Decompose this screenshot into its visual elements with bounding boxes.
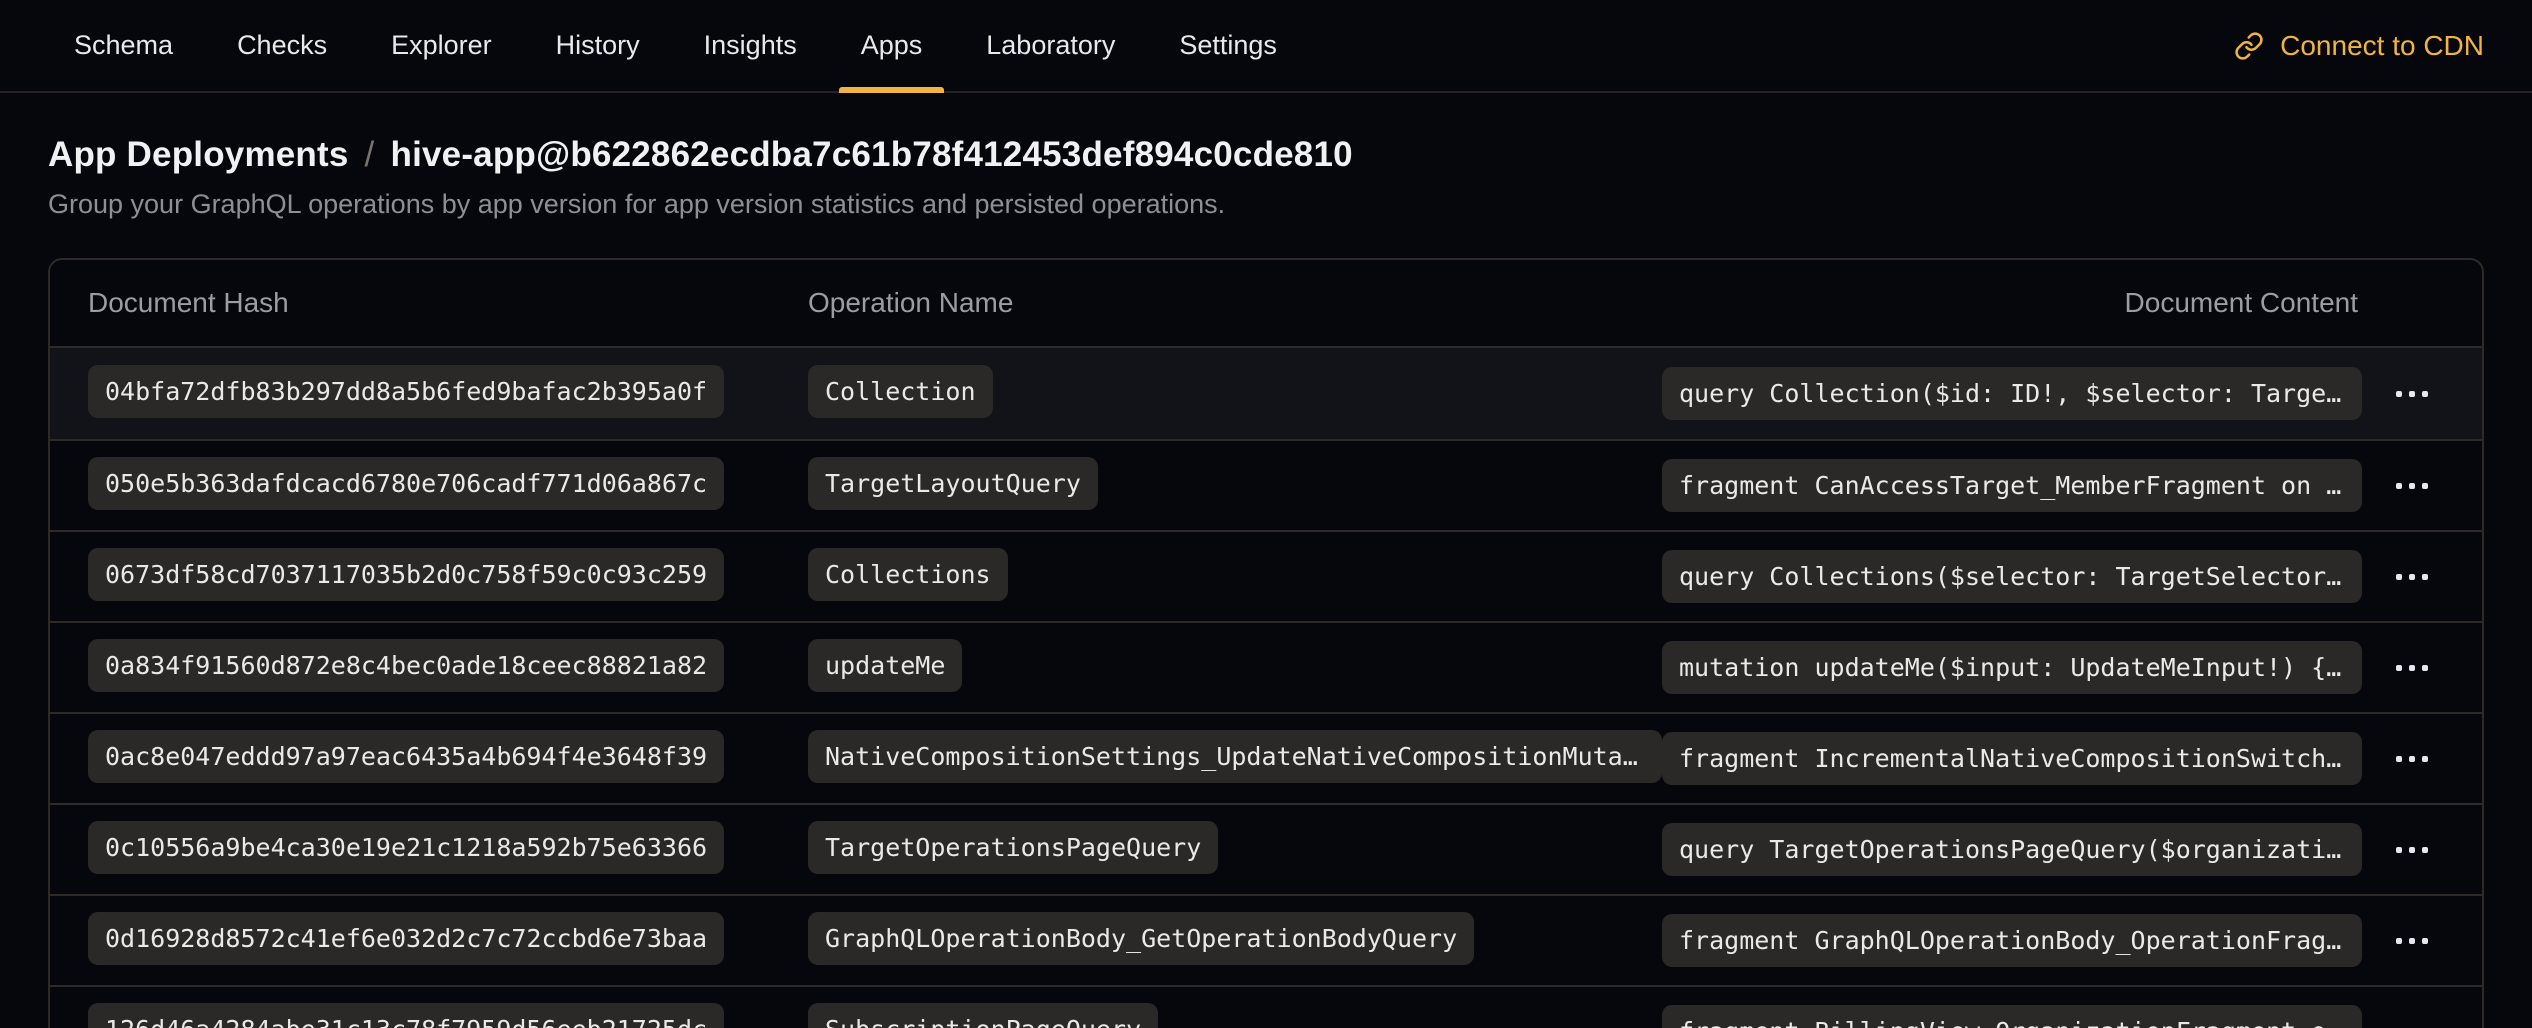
document-hash-pill: 0ac8e047eddd97a97eac6435a4b694f4e3648f39 [88,730,724,783]
nav-tab-label: History [556,30,640,61]
operation-name-pill: SubscriptionPageQuery [808,1003,1158,1028]
document-content-pill: fragment GraphQLOperationBody_OperationF… [1662,914,2362,967]
row-menu-button[interactable] [2388,924,2436,958]
column-header-document-content: Document Content [1662,287,2362,319]
table-row[interactable]: 050e5b363dafdcacd6780e706cadf771d06a867c… [50,439,2482,530]
nav-tab-label: Settings [1179,30,1277,61]
ellipsis-icon [2396,665,2428,671]
operation-name-pill: TargetOperationsPageQuery [808,821,1218,874]
nav-tab-label: Apps [861,30,923,61]
operation-name-pill: Collection [808,365,993,418]
document-hash-pill: 04bfa72dfb83b297dd8a5b6fed9bafac2b395a0f [88,365,724,418]
column-header-operation-name: Operation Name [790,287,1662,319]
table-row[interactable]: 0ac8e047eddd97a97eac6435a4b694f4e3648f39… [50,712,2482,803]
document-content-pill: query Collection($id: ID!, $selector: Ta… [1662,367,2362,420]
breadcrumb-section: App Deployments [48,135,349,175]
operation-name-pill: NativeCompositionSettings_UpdateNativeCo… [808,730,1662,783]
deployments-table: Document Hash Operation Name Document Co… [48,258,2484,1028]
connect-to-cdn-button[interactable]: Connect to CDN [2234,0,2484,91]
page-subtitle: Group your GraphQL operations by app ver… [48,189,2484,220]
row-menu-button[interactable] [2388,469,2436,503]
document-content-pill: mutation updateMe($input: UpdateMeInput!… [1662,641,2362,694]
nav-tab-insights[interactable]: Insights [678,0,823,91]
top-navigation: Schema Checks Explorer History Insights … [0,0,2532,93]
ellipsis-icon [2396,847,2428,853]
ellipsis-icon [2396,574,2428,580]
column-header-document-hash: Document Hash [70,287,790,319]
table-header-row: Document Hash Operation Name Document Co… [50,260,2482,348]
document-hash-pill: 0a834f91560d872e8c4bec0ade18ceec88821a82 [88,639,724,692]
ellipsis-icon [2396,391,2428,397]
table-row[interactable]: 126d46a4284abe31c13c78f7959d56eeb21725dc… [50,985,2482,1028]
nav-tab-checks[interactable]: Checks [211,0,353,91]
document-hash-pill: 050e5b363dafdcacd6780e706cadf771d06a867c [88,457,724,510]
document-hash-pill: 0673df58cd7037117035b2d0c758f59c0c93c259 [88,548,724,601]
nav-tab-apps[interactable]: Apps [835,0,949,91]
app-deployments-page: App Deployments / hive-app@b622862ecdba7… [0,135,2532,1028]
operation-name-pill: Collections [808,548,1008,601]
table-row[interactable]: 04bfa72dfb83b297dd8a5b6fed9bafac2b395a0f… [50,348,2482,439]
connect-to-cdn-label: Connect to CDN [2280,30,2484,62]
ellipsis-icon [2396,756,2428,762]
breadcrumb: App Deployments / hive-app@b622862ecdba7… [48,135,2484,175]
row-menu-button[interactable] [2388,833,2436,867]
nav-tab-label: Schema [74,30,173,61]
nav-tab-label: Laboratory [986,30,1115,61]
nav-tab-label: Checks [237,30,327,61]
operation-name-pill: GraphQLOperationBody_GetOperationBodyQue… [808,912,1474,965]
row-menu-button[interactable] [2388,377,2436,411]
ellipsis-icon [2396,938,2428,944]
document-hash-pill: 126d46a4284abe31c13c78f7959d56eeb21725dc [88,1003,724,1028]
nav-tab-label: Insights [704,30,797,61]
operation-name-pill: updateMe [808,639,962,692]
nav-tab-label: Explorer [391,30,492,61]
document-content-pill: fragment BillingView_OrganizationFragmen… [1662,1005,2362,1028]
breadcrumb-app-id: hive-app@b622862ecdba7c61b78f412453def89… [390,135,1352,175]
table-row[interactable]: 0a834f91560d872e8c4bec0ade18ceec88821a82… [50,621,2482,712]
document-hash-pill: 0c10556a9be4ca30e19e21c1218a592b75e63366 [88,821,724,874]
table-row[interactable]: 0673df58cd7037117035b2d0c758f59c0c93c259… [50,530,2482,621]
document-content-pill: query Collections($selector: TargetSelec… [1662,550,2362,603]
nav-tab-history[interactable]: History [530,0,666,91]
nav-tab-laboratory[interactable]: Laboratory [960,0,1141,91]
row-menu-button[interactable] [2388,1015,2436,1028]
table-body: 04bfa72dfb83b297dd8a5b6fed9bafac2b395a0f… [50,348,2482,1028]
row-menu-button[interactable] [2388,742,2436,776]
table-row[interactable]: 0d16928d8572c41ef6e032d2c7c72ccbd6e73baa… [50,894,2482,985]
link-icon [2234,31,2264,61]
row-menu-button[interactable] [2388,651,2436,685]
nav-tab-schema[interactable]: Schema [48,0,199,91]
nav-tab-settings[interactable]: Settings [1153,0,1303,91]
table-row[interactable]: 0c10556a9be4ca30e19e21c1218a592b75e63366… [50,803,2482,894]
nav-tab-explorer[interactable]: Explorer [365,0,518,91]
document-content-pill: query TargetOperationsPageQuery($organiz… [1662,823,2362,876]
nav-tabs: Schema Checks Explorer History Insights … [48,0,1315,91]
row-menu-button[interactable] [2388,560,2436,594]
breadcrumb-separator: / [365,135,375,175]
document-content-pill: fragment CanAccessTarget_MemberFragment … [1662,459,2362,512]
ellipsis-icon [2396,483,2428,489]
operation-name-pill: TargetLayoutQuery [808,457,1098,510]
document-content-pill: fragment IncrementalNativeCompositionSwi… [1662,732,2362,785]
document-hash-pill: 0d16928d8572c41ef6e032d2c7c72ccbd6e73baa [88,912,724,965]
